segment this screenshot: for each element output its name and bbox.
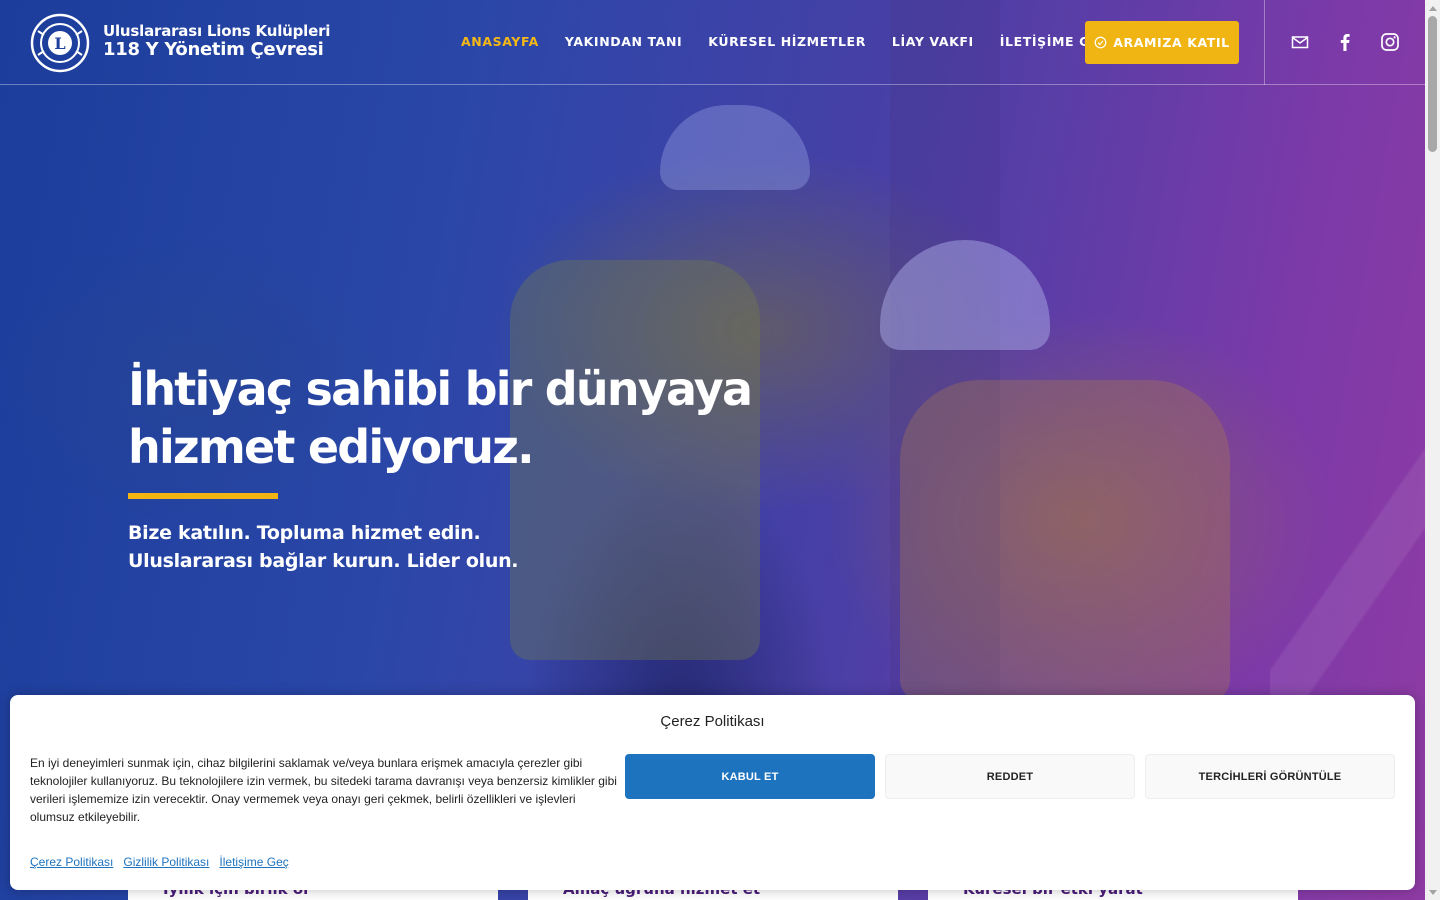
brand-line-2: 118 Y Yönetim Çevresi: [103, 39, 324, 60]
site-header: L Uluslararası Lions Kulüpleri 118 Y Yön…: [0, 0, 1425, 85]
cookie-banner-text: En iyi deneyimleri sunmak için, cihaz bi…: [30, 756, 617, 824]
scroll-down-arrow-icon[interactable]: [1425, 885, 1440, 900]
hero-title-line-1: İhtiyaç sahibi bir dünyaya: [128, 362, 753, 416]
scroll-up-arrow-icon[interactable]: [1425, 0, 1440, 15]
nav-item-kuresel-hizmetler[interactable]: KÜRESEL HİZMETLER: [708, 34, 866, 49]
view-preferences-button[interactable]: TERCİHLERİ GÖRÜNTÜLE: [1145, 754, 1395, 799]
accept-cookies-button[interactable]: KABUL ET: [625, 754, 875, 799]
instagram-link[interactable]: [1378, 30, 1402, 54]
hero-decorative-stripe: [1270, 430, 1425, 730]
lions-logo-icon[interactable]: L: [30, 13, 90, 73]
contact-link[interactable]: İletişime Geç: [219, 855, 288, 869]
nav-item-yakindan-tani[interactable]: YAKINDAN TANI: [565, 34, 682, 49]
svg-text:L: L: [54, 34, 65, 53]
instagram-icon: [1381, 33, 1399, 51]
cookie-consent-banner: Çerez Politikası En iyi deneyimleri sunm…: [10, 695, 1415, 890]
mail-icon: [1291, 36, 1309, 49]
facebook-link[interactable]: [1333, 30, 1357, 54]
join-button[interactable]: ARAMIZA KATIL: [1085, 21, 1239, 64]
mail-link[interactable]: [1288, 30, 1312, 54]
scrollbar-thumb[interactable]: [1428, 16, 1437, 152]
check-circle-icon: [1094, 36, 1107, 49]
nav-item-liay-vakfi[interactable]: LİAY VAKFI: [892, 34, 974, 49]
hero-photo-volunteer-2: [900, 380, 1230, 700]
hero-subtitle-line-2: Uluslararası bağlar kurun. Lider olun.: [128, 550, 519, 572]
facebook-icon: [1340, 34, 1350, 51]
deny-cookies-button[interactable]: REDDET: [885, 754, 1135, 799]
cookie-policy-link[interactable]: Çerez Politikası: [30, 855, 113, 869]
privacy-policy-link[interactable]: Gizlilik Politikası: [123, 855, 209, 869]
nav-item-anasayfa[interactable]: ANASAYFA: [461, 34, 539, 49]
hero-title-line-2: hizmet ediyoruz.: [128, 420, 535, 474]
join-button-label: ARAMIZA KATIL: [1113, 35, 1230, 50]
cookie-banner-links: Çerez Politikası Gizlilik Politikası İle…: [30, 855, 289, 869]
cookie-banner-title: Çerez Politikası: [660, 713, 765, 730]
hero-title: İhtiyaç sahibi bir dünyaya hizmet ediyor…: [128, 360, 828, 476]
brand-name[interactable]: Uluslararası Lions Kulüpleri 118 Y Yönet…: [103, 22, 330, 60]
main-nav: ANASAYFA YAKINDAN TANI KÜRESEL HİZMETLER…: [461, 34, 1135, 49]
hero-subtitle: Bize katılın. Topluma hizmet edin. Ulusl…: [128, 519, 519, 575]
brand-line-1: Uluslararası Lions Kulüpleri: [103, 22, 331, 40]
page-scrollbar[interactable]: [1425, 0, 1440, 900]
header-divider: [1264, 0, 1265, 85]
hero-photo-cap-1: [660, 105, 810, 190]
hero-subtitle-line-1: Bize katılın. Topluma hizmet edin.: [128, 522, 481, 544]
hero-accent-rule: [128, 493, 278, 499]
